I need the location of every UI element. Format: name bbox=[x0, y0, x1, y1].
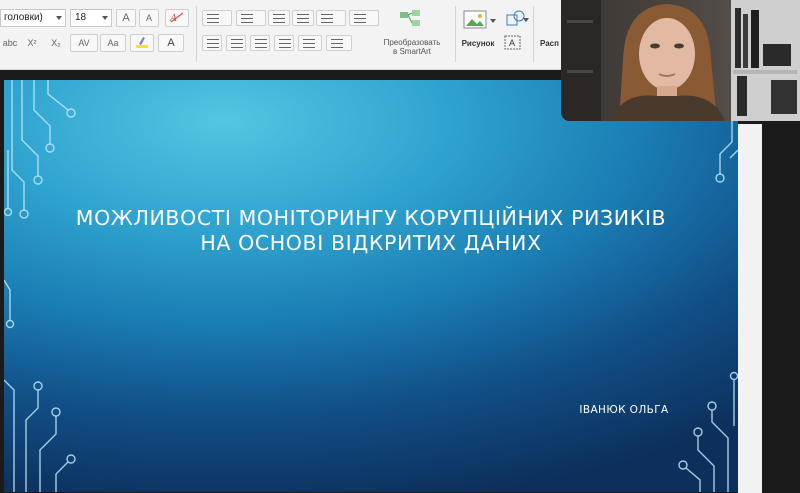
font-size-value: 18 bbox=[75, 12, 87, 23]
grow-font-icon: A bbox=[122, 12, 130, 24]
text-direction-button[interactable] bbox=[298, 35, 322, 51]
webcam-person-image bbox=[561, 0, 800, 121]
change-case-button[interactable]: Aa bbox=[100, 34, 126, 52]
svg-text:A: A bbox=[509, 38, 515, 48]
shrink-font-button[interactable]: A bbox=[139, 9, 159, 27]
text-box-icon[interactable]: A bbox=[504, 35, 522, 51]
clear-formatting-button[interactable]: A bbox=[165, 9, 189, 27]
align-left-button[interactable] bbox=[202, 35, 222, 51]
align-text-button[interactable] bbox=[326, 35, 352, 51]
webcam-video-feed bbox=[561, 0, 800, 121]
strikethrough-button[interactable]: abc bbox=[0, 34, 20, 52]
ribbon-divider bbox=[455, 6, 456, 62]
circuit-pattern-decoration bbox=[4, 80, 738, 492]
numbering-button[interactable] bbox=[236, 10, 266, 26]
clear-formatting-icon: A bbox=[169, 12, 184, 24]
slide-title[interactable]: МОЖЛИВОСТІ МОНІТОРИНГУ КОРУПЦІЙНИХ РИЗИК… bbox=[24, 206, 718, 256]
align-center-button[interactable] bbox=[226, 35, 246, 51]
subscript-label: X₂ bbox=[51, 38, 61, 48]
font-name-combobox[interactable]: головки) bbox=[0, 9, 66, 27]
change-case-label: Aa bbox=[107, 38, 119, 48]
align-right-button[interactable] bbox=[250, 35, 270, 51]
bullets-button[interactable] bbox=[202, 10, 232, 26]
ribbon-divider bbox=[196, 6, 197, 62]
superscript-label: X² bbox=[27, 38, 37, 48]
font-size-combobox[interactable]: 18 bbox=[70, 9, 112, 27]
highlight-button[interactable] bbox=[130, 34, 154, 52]
justify-button[interactable] bbox=[274, 35, 294, 51]
font-color-icon: A bbox=[167, 37, 175, 49]
subscript-button[interactable]: X₂ bbox=[46, 34, 66, 52]
shrink-font-icon: A bbox=[145, 13, 152, 23]
grow-font-button[interactable]: A bbox=[116, 9, 136, 27]
slide-subtitle-author[interactable]: ІВАНЮК ОЛЬГА bbox=[564, 404, 684, 416]
highlighter-icon bbox=[136, 37, 148, 48]
convert-to-smartart-button[interactable]: Преобразовать в SmartArt bbox=[376, 38, 448, 56]
ribbon-divider bbox=[533, 6, 534, 62]
slide-title-line1: МОЖЛИВОСТІ МОНІТОРИНГУ КОРУПЦІЙНИХ РИЗИК… bbox=[75, 206, 667, 230]
decrease-indent-button[interactable] bbox=[268, 10, 290, 26]
line-spacing-button[interactable] bbox=[316, 10, 346, 26]
scrollbar-track[interactable] bbox=[738, 124, 762, 493]
font-color-button[interactable]: A bbox=[158, 34, 184, 52]
font-name-value: головки) bbox=[4, 12, 43, 23]
slide-title-line2: НА ОСНОВІ ВІДКРИТИХ ДАНИХ bbox=[200, 231, 542, 255]
smartart-icon bbox=[400, 10, 420, 26]
arrange-button[interactable]: Расп bbox=[540, 39, 562, 48]
picture-icon bbox=[463, 10, 487, 29]
strikethrough-label: abc bbox=[2, 38, 18, 48]
chevron-down-icon bbox=[102, 16, 108, 20]
chevron-down-icon bbox=[490, 19, 496, 23]
increase-indent-button[interactable] bbox=[292, 10, 314, 26]
superscript-button[interactable]: X² bbox=[22, 34, 42, 52]
picture-button[interactable]: Рисунок bbox=[456, 39, 500, 48]
character-spacing-label: AV bbox=[78, 38, 90, 48]
chevron-down-icon bbox=[523, 18, 529, 22]
slide-canvas[interactable]: МОЖЛИВОСТІ МОНІТОРИНГУ КОРУПЦІЙНИХ РИЗИК… bbox=[4, 80, 738, 492]
character-spacing-button[interactable]: AV bbox=[70, 34, 98, 52]
chevron-down-icon bbox=[56, 16, 62, 20]
columns-button[interactable] bbox=[349, 10, 379, 26]
